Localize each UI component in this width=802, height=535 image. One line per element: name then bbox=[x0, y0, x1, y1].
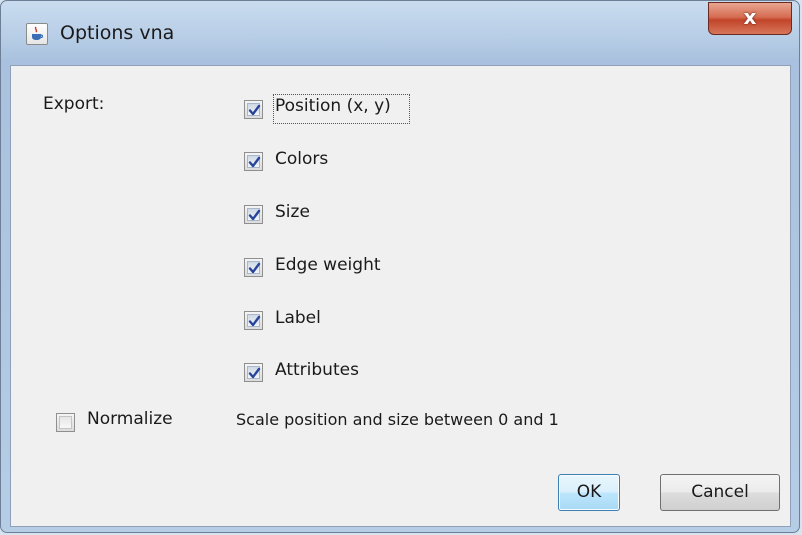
checkbox-colors-label[interactable]: Colors bbox=[275, 149, 328, 169]
checkbox-size-label[interactable]: Size bbox=[275, 202, 310, 222]
checkbox-position-label[interactable]: Position (x, y) bbox=[275, 96, 391, 116]
checkbox-normalize-label[interactable]: Normalize bbox=[87, 409, 173, 429]
window-title: Options vna bbox=[60, 22, 175, 44]
checkbox-normalize[interactable] bbox=[56, 413, 75, 432]
checkbox-position[interactable] bbox=[244, 100, 263, 119]
normalize-description: Scale position and size between 0 and 1 bbox=[236, 410, 559, 429]
options-dialog: Options vna x Export: Position (x, y) Co… bbox=[0, 0, 800, 533]
checkmark-icon bbox=[248, 104, 261, 116]
close-button[interactable]: x bbox=[708, 2, 792, 35]
checkbox-label[interactable] bbox=[244, 311, 263, 330]
checkbox-label-label[interactable]: Label bbox=[275, 308, 321, 328]
checkbox-attributes-label[interactable]: Attributes bbox=[275, 360, 359, 380]
cancel-button[interactable]: Cancel bbox=[660, 474, 780, 511]
checkbox-size[interactable] bbox=[244, 205, 263, 224]
checkbox-edge-weight-label[interactable]: Edge weight bbox=[275, 255, 381, 275]
checkmark-icon bbox=[248, 262, 261, 274]
checkmark-icon bbox=[248, 367, 261, 379]
ok-button[interactable]: OK bbox=[558, 474, 620, 511]
checkmark-icon bbox=[248, 315, 261, 327]
java-cup-icon bbox=[26, 23, 48, 45]
checkbox-edge-weight[interactable] bbox=[244, 258, 263, 277]
title-bar[interactable]: Options vna x bbox=[1, 1, 799, 67]
dialog-content bbox=[10, 65, 791, 527]
checkbox-colors[interactable] bbox=[244, 152, 263, 171]
checkbox-attributes[interactable] bbox=[244, 363, 263, 382]
checkmark-icon bbox=[248, 156, 261, 168]
export-label: Export: bbox=[43, 94, 105, 114]
close-icon: x bbox=[743, 5, 757, 29]
checkmark-icon bbox=[248, 209, 261, 221]
